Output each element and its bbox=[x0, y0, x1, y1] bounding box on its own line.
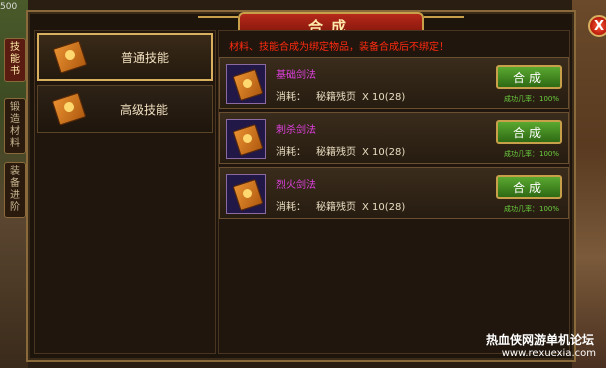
material-name: 秘籍残页 bbox=[316, 202, 356, 213]
tab-label-char: 备 bbox=[10, 178, 20, 189]
tab-label-char: 材 bbox=[10, 126, 20, 137]
recipe-row: 基础剑法 消耗： 秘籍残页 X 10(28) 合成 成功几率：100% bbox=[219, 57, 569, 109]
consume-info: 消耗： 秘籍残页 X 10(28) bbox=[276, 143, 405, 158]
success-rate: 成功几率：100% bbox=[504, 150, 560, 158]
recipe-panel: 材料、技能合成为绑定物品，装备合成后不绑定！ 基础剑法 消耗： 秘籍残页 X 10(… bbox=[218, 30, 570, 354]
synthesize-button[interactable]: 合成 bbox=[496, 120, 562, 144]
tab-skill-book[interactable]: 技 能 书 bbox=[4, 38, 26, 82]
consume-info: 消耗： 秘籍残页 X 10(28) bbox=[276, 198, 405, 213]
category-advanced-skill[interactable]: 高级技能 bbox=[37, 85, 213, 133]
material-count: X 10(28) bbox=[362, 202, 406, 213]
category-panel: 普通技能 高级技能 bbox=[34, 30, 216, 354]
tab-label-char: 能 bbox=[10, 54, 20, 65]
tab-label-char: 装 bbox=[10, 166, 20, 177]
consume-label: 消耗： bbox=[276, 147, 306, 158]
close-button[interactable]: X bbox=[588, 15, 606, 37]
tab-label-char: 进 bbox=[10, 190, 20, 201]
tab-label-char: 料 bbox=[10, 138, 20, 149]
category-label: 普通技能 bbox=[121, 50, 170, 65]
tab-label-char: 造 bbox=[10, 114, 20, 125]
skill-name: 基础剑法 bbox=[276, 70, 316, 81]
material-name: 秘籍残页 bbox=[316, 147, 356, 158]
close-icon: X bbox=[593, 18, 605, 34]
game-world-right-edge bbox=[572, 0, 606, 368]
material-count: X 10(28) bbox=[362, 147, 406, 158]
synthesize-button[interactable]: 合成 bbox=[496, 175, 562, 199]
material-count: X 10(28) bbox=[362, 92, 406, 103]
skill-book-icon[interactable] bbox=[226, 174, 266, 214]
skill-book-icon bbox=[52, 40, 88, 74]
success-rate: 成功几率：100% bbox=[504, 95, 560, 103]
skill-name: 烈火剑法 bbox=[276, 180, 316, 191]
skill-book-icon[interactable] bbox=[226, 119, 266, 159]
consume-info: 消耗： 秘籍残页 X 10(28) bbox=[276, 88, 405, 103]
category-normal-skill[interactable]: 普通技能 bbox=[37, 33, 213, 81]
tab-label-char: 技 bbox=[10, 42, 20, 53]
skill-book-icon bbox=[51, 92, 87, 126]
watermark-url: www.rexuexia.com bbox=[501, 348, 596, 359]
recipe-row: 刺杀剑法 消耗： 秘籍残页 X 10(28) 合成 成功几率：100% bbox=[219, 112, 569, 164]
skill-name: 刺杀剑法 bbox=[276, 125, 316, 136]
success-rate: 成功几率：100% bbox=[504, 205, 560, 213]
recipe-row: 烈火剑法 消耗： 秘籍残页 X 10(28) 合成 成功几率：100% bbox=[219, 167, 569, 219]
skill-book-icon[interactable] bbox=[226, 64, 266, 104]
tab-label-char: 书 bbox=[10, 66, 20, 77]
tab-label-char: 锻 bbox=[10, 102, 20, 113]
material-name: 秘籍残页 bbox=[316, 92, 356, 103]
top-left-value: 500 bbox=[0, 2, 18, 12]
tab-forging-material[interactable]: 锻 造 材 料 bbox=[4, 98, 26, 154]
consume-label: 消耗： bbox=[276, 92, 306, 103]
consume-label: 消耗： bbox=[276, 202, 306, 213]
binding-notice: 材料、技能合成为绑定物品，装备合成后不绑定！ bbox=[229, 42, 449, 53]
tab-label-char: 阶 bbox=[10, 202, 20, 213]
synthesize-button[interactable]: 合成 bbox=[496, 65, 562, 89]
watermark-title: 热血侠网游单机论坛 bbox=[485, 333, 594, 347]
tab-equipment-advance[interactable]: 装 备 进 阶 bbox=[4, 162, 26, 218]
category-label: 高级技能 bbox=[120, 102, 169, 117]
